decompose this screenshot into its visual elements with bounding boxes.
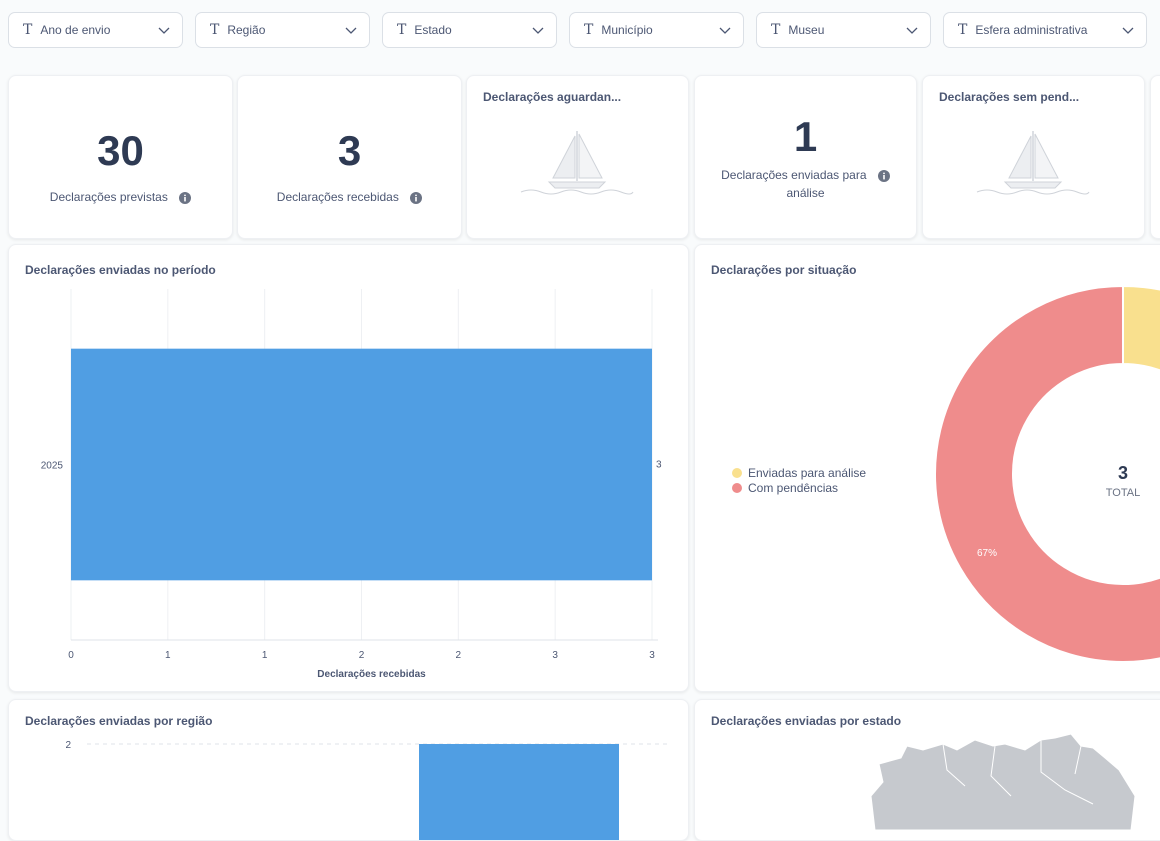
filter-label: Esfera administrativa	[975, 23, 1088, 37]
bar-value-label: 3	[656, 460, 662, 471]
donut-total-value: 3	[1117, 463, 1128, 483]
filter-label: Ano de envio	[40, 23, 111, 37]
scalar-label-text: Declarações recebidas	[276, 190, 399, 204]
scalar-value: 3	[337, 127, 362, 174]
scalar-label: Declarações previstas	[9, 190, 232, 204]
donut-chart	[934, 284, 1160, 663]
card-declaracoes-previstas[interactable]: 30 Declarações previstas	[8, 75, 233, 239]
info-icon[interactable]	[179, 191, 192, 204]
text-type-icon: T	[771, 22, 781, 38]
text-type-icon: T	[23, 22, 33, 38]
brazil-map	[870, 733, 1136, 831]
donut-total-label: TOTAL	[1105, 487, 1141, 499]
card-declaracoes-por-situacao[interactable]: Declarações por situação Enviadas para a…	[694, 244, 1160, 692]
scalar-label: Declarações enviadas para análise	[695, 166, 916, 202]
y-tick-label: 2	[65, 740, 71, 751]
info-icon[interactable]	[877, 169, 890, 182]
bar	[419, 744, 619, 840]
card-title: Declarações sem pend...	[939, 90, 1080, 104]
card-declaracoes-sem-pendencias[interactable]: Declarações sem pend...	[922, 75, 1145, 239]
card-declaracoes-no-periodo[interactable]: Declarações enviadas no período 01122332…	[8, 244, 689, 692]
filter-label: Região	[227, 23, 266, 37]
donut-slice	[1122, 284, 1160, 372]
card-partial-right	[1150, 75, 1160, 239]
scalar-label-text: Declarações enviadas para	[721, 168, 867, 182]
card-declaracoes-recebidas[interactable]: 3 Declarações recebidas	[237, 75, 462, 239]
x-tick-label: 3	[552, 650, 558, 661]
x-tick-label: 2	[359, 650, 365, 661]
region-bar-chart: 2	[65, 740, 669, 840]
empty-state-sailboat-icon	[976, 131, 1090, 195]
chevron-down-icon	[532, 27, 544, 34]
text-type-icon: T	[584, 22, 594, 38]
chevron-down-icon	[1122, 27, 1134, 34]
scalar-label: Declarações recebidas	[238, 190, 461, 204]
chevron-down-icon	[158, 27, 170, 34]
empty-state-sailboat-icon	[520, 131, 634, 195]
scalar-label-text-line2: análise	[786, 186, 825, 200]
filter-label: Município	[601, 23, 653, 37]
filter-municipio[interactable]: T Município	[569, 12, 744, 48]
x-tick-label: 1	[262, 650, 268, 661]
filter-estado[interactable]: T Estado	[382, 12, 557, 48]
card-declaracoes-por-estado[interactable]: Declarações enviadas por estado	[694, 699, 1160, 841]
x-tick-label: 2	[456, 650, 462, 661]
x-tick-label: 0	[68, 650, 74, 661]
chevron-down-icon	[345, 27, 357, 34]
bar	[71, 348, 652, 581]
filter-regiao[interactable]: T Região	[195, 12, 370, 48]
x-tick-label: 3	[649, 650, 655, 661]
card-declaracoes-por-regiao[interactable]: Declarações enviadas por região 2	[8, 699, 689, 841]
period-bar-chart: 0 1 1 2 2 3 3 2025 3	[41, 289, 662, 661]
filter-museu[interactable]: T Museu	[756, 12, 931, 48]
x-axis-label: Declarações recebidas	[317, 669, 426, 680]
chevron-down-icon	[719, 27, 731, 34]
info-icon[interactable]	[410, 191, 423, 204]
card-title: Declarações aguardan...	[483, 90, 622, 104]
filter-ano-de-envio[interactable]: T Ano de envio	[8, 12, 183, 48]
x-tick-label: 1	[165, 650, 171, 661]
card-declaracoes-aguardando[interactable]: Declarações aguardan...	[466, 75, 689, 239]
text-type-icon: T	[397, 22, 407, 38]
scalar-value: 30	[97, 127, 144, 174]
text-type-icon: T	[210, 22, 220, 38]
filter-esfera-administrativa[interactable]: T Esfera administrativa	[943, 12, 1147, 48]
chevron-down-icon	[906, 27, 918, 34]
card-declaracoes-enviadas-analise[interactable]: 1 Declarações enviadas para análise	[694, 75, 917, 239]
scalar-label-text: Declarações previstas	[49, 190, 168, 204]
map-state-shape	[870, 733, 1136, 831]
text-type-icon: T	[958, 22, 968, 38]
donut-slice-percent: 67%	[977, 548, 998, 559]
filter-label: Museu	[788, 23, 825, 37]
scalar-value: 1	[793, 113, 818, 160]
filter-label: Estado	[414, 23, 452, 37]
y-category-label: 2025	[41, 461, 64, 472]
